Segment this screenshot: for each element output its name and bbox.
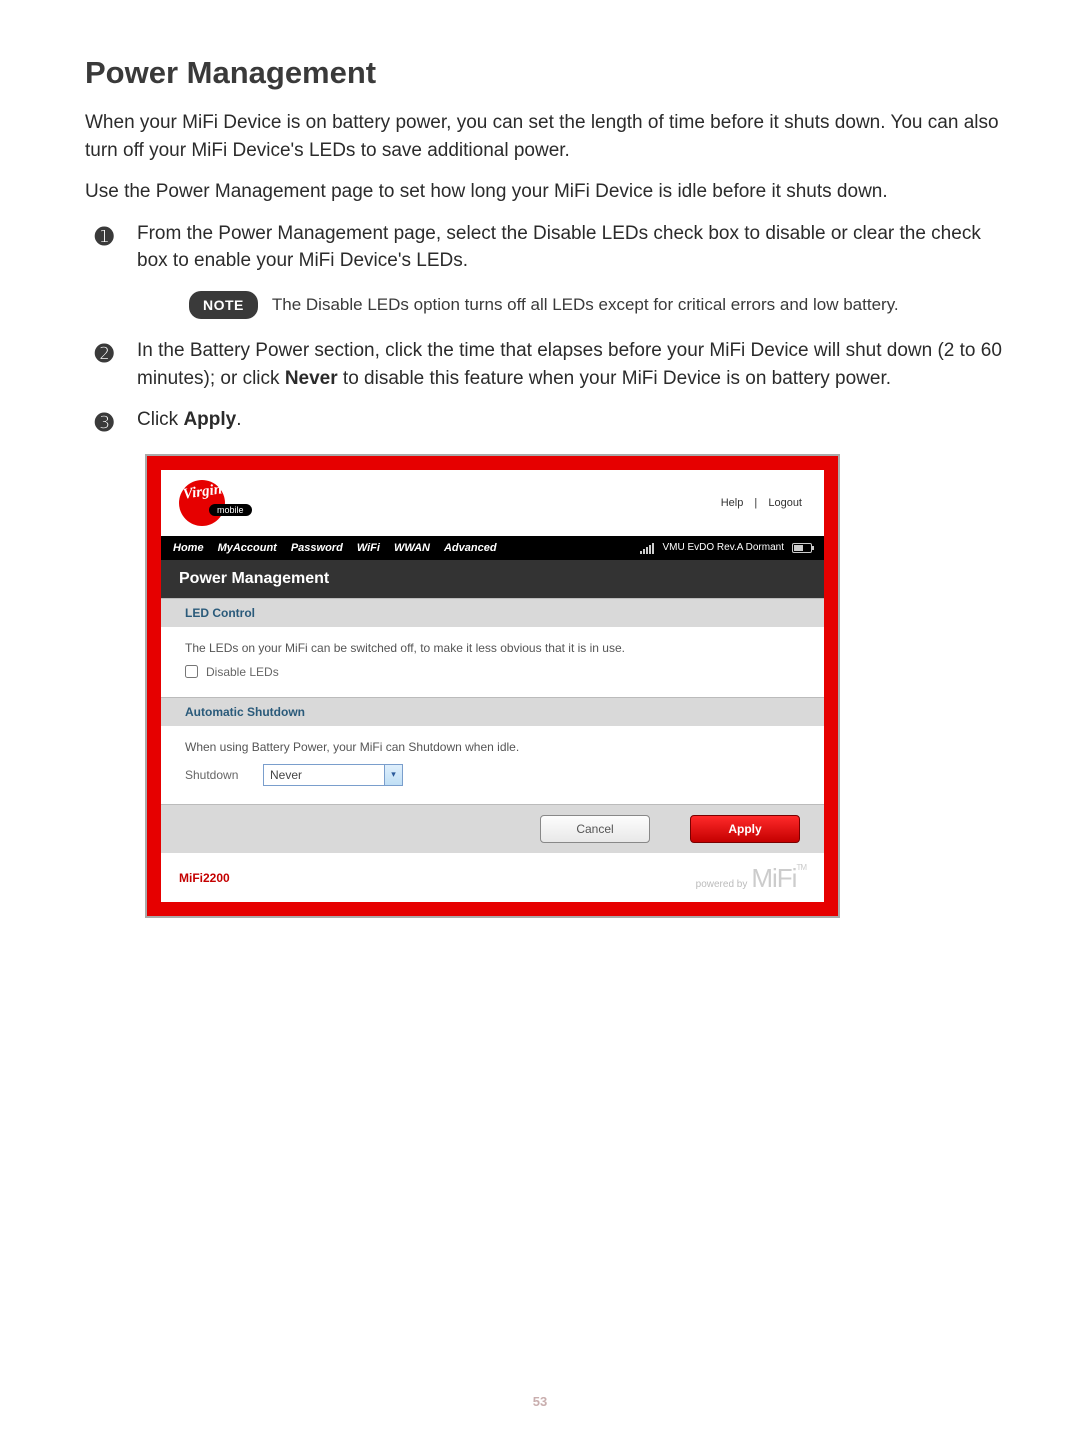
step-2: ➋ In the Battery Power section, click th…	[85, 337, 1002, 392]
header-links: Help | Logout	[717, 497, 806, 509]
chevron-down-icon: ▾	[384, 765, 402, 785]
nav-wwan[interactable]: WWAN	[394, 542, 430, 554]
step-1-number-icon: ➊	[95, 221, 113, 253]
step-1-text: From the Power Management page, select t…	[137, 223, 981, 272]
intro-paragraph-1: When your MiFi Device is on battery powe…	[85, 109, 1002, 164]
disable-leds-checkbox[interactable]	[185, 665, 198, 678]
main-nav: Home MyAccount Password WiFi WWAN Advanc…	[161, 536, 824, 560]
note-pill: NOTE	[189, 291, 258, 319]
step-2-bold-never: Never	[285, 368, 338, 389]
automatic-shutdown-desc: When using Battery Power, your MiFi can …	[185, 740, 800, 754]
battery-icon	[792, 543, 812, 553]
nav-wifi[interactable]: WiFi	[357, 542, 380, 554]
page-title: Power Management	[85, 55, 1002, 91]
virgin-mobile-logo: Virgin mobile	[179, 480, 257, 526]
automatic-shutdown-heading: Automatic Shutdown	[161, 697, 824, 726]
step-2-number-icon: ➋	[95, 338, 113, 370]
note-row: NOTE The Disable LEDs option turns off a…	[189, 291, 1002, 319]
cancel-button[interactable]: Cancel	[540, 815, 650, 843]
step-3-text-b: .	[236, 409, 241, 430]
step-2-text-b: to disable this feature when your MiFi D…	[338, 368, 891, 389]
step-3: ➌ Click Apply.	[85, 406, 1002, 434]
nav-myaccount[interactable]: MyAccount	[218, 542, 277, 554]
logout-link[interactable]: Logout	[768, 497, 802, 509]
led-control-desc: The LEDs on your MiFi can be switched of…	[185, 641, 800, 655]
intro-paragraph-2: Use the Power Management page to set how…	[85, 178, 1002, 206]
page-number: 53	[0, 1394, 1080, 1409]
step-3-number-icon: ➌	[95, 407, 113, 439]
footer-model: MiFi2200	[179, 871, 230, 885]
shutdown-select-value: Never	[264, 768, 384, 782]
shutdown-label: Shutdown	[185, 768, 245, 782]
led-control-heading: LED Control	[161, 598, 824, 627]
shutdown-select[interactable]: Never ▾	[263, 764, 403, 786]
nav-advanced[interactable]: Advanced	[444, 542, 497, 554]
signal-icon	[640, 542, 654, 554]
footer-powered-by: powered by MiFiTM	[696, 863, 806, 894]
nav-password[interactable]: Password	[291, 542, 343, 554]
disable-leds-label: Disable LEDs	[206, 665, 279, 679]
help-link[interactable]: Help	[721, 497, 744, 509]
apply-button[interactable]: Apply	[690, 815, 800, 843]
step-1: ➊ From the Power Management page, select…	[85, 220, 1002, 319]
header-separator: |	[754, 497, 757, 509]
embedded-screenshot: Virgin mobile Help | Logout Home MyAccou…	[145, 454, 840, 918]
nav-home[interactable]: Home	[173, 542, 204, 554]
note-text: The Disable LEDs option turns off all LE…	[272, 293, 899, 318]
step-3-text-a: Click	[137, 409, 183, 430]
nav-status-text: VMU EvDO Rev.A Dormant	[662, 542, 784, 553]
step-3-bold-apply: Apply	[183, 409, 236, 430]
panel-title: Power Management	[161, 560, 824, 598]
